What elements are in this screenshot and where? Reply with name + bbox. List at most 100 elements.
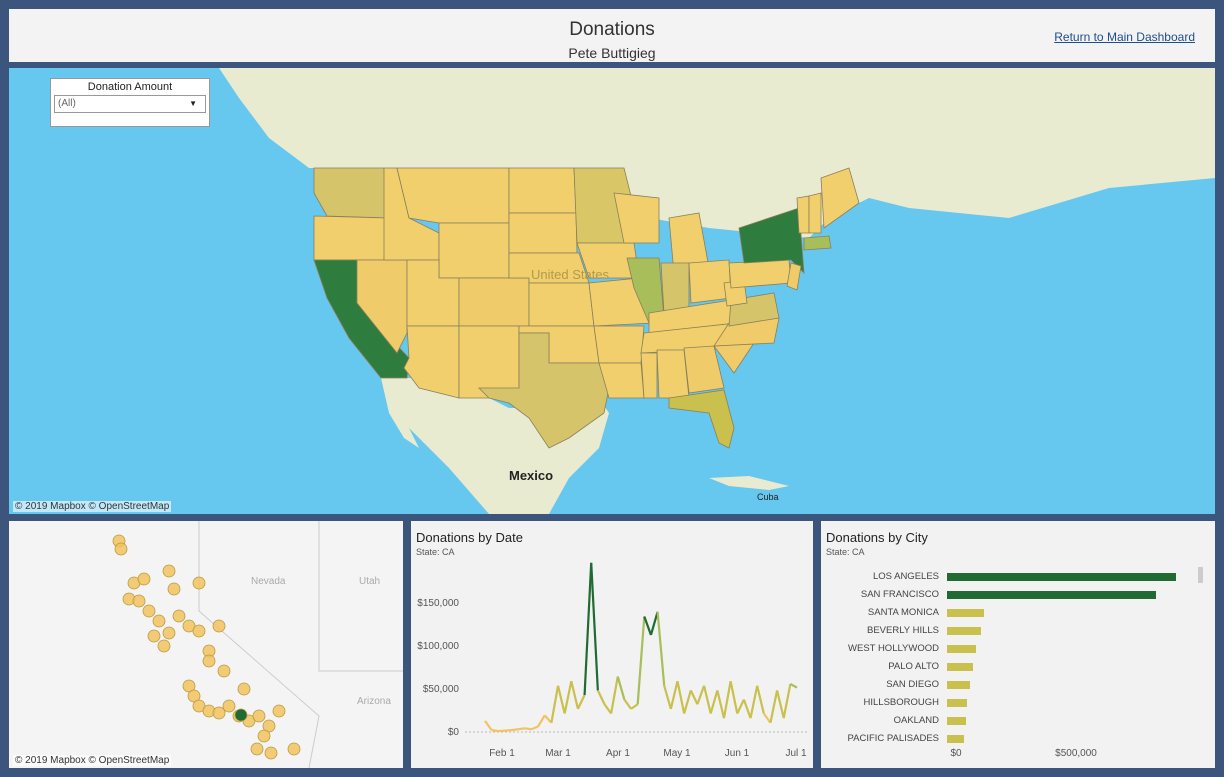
donation-dot [257, 729, 271, 743]
donation-dot [212, 706, 226, 720]
us-country-label: United States [531, 267, 610, 282]
map-attribution: © 2019 Mapbox © OpenStreetMap [13, 501, 172, 512]
city-bar-row[interactable]: SAN DIEGO [821, 676, 1211, 694]
state-pa [728, 259, 792, 289]
city-name-label: BEVERLY HILLS [867, 625, 939, 636]
line-segment [782, 683, 792, 719]
line-segment [518, 727, 525, 731]
state-ma [803, 235, 832, 251]
donation-amount-select[interactable]: (All) ▼ [54, 95, 206, 113]
city-name-label: SANTA MONICA [867, 607, 939, 618]
city-bar[interactable] [947, 627, 982, 635]
donation-dot [167, 582, 181, 596]
line-segment [623, 699, 632, 710]
city-bar-list[interactable]: LOS ANGELES SAN FRANCISCO SANTA MONICA BEVE… [821, 568, 1215, 743]
city-bar-row[interactable]: PACIFIC PALISADES [821, 730, 1211, 743]
donation-dot [172, 609, 186, 623]
state-nm [458, 325, 520, 399]
city-bar-row[interactable]: HILLSBOROUGH [821, 694, 1211, 712]
city-bar-row[interactable]: BEVERLY HILLS [821, 622, 1211, 640]
date-chart-canvas[interactable] [411, 521, 813, 768]
state-nd [508, 167, 577, 214]
line-segment [683, 690, 692, 714]
state-ga [683, 345, 725, 394]
city-bar-row[interactable]: LOS ANGELES [821, 568, 1211, 586]
us-donation-map[interactable]: United States Mexico Cuba Donation Amoun… [9, 68, 1215, 514]
line-segment [556, 685, 566, 714]
line-segment [649, 611, 659, 636]
line-segment [491, 729, 499, 733]
donation-dot [222, 699, 236, 713]
city-bar-row[interactable]: SAN FRANCISCO [821, 586, 1211, 604]
donation-dot [212, 619, 226, 633]
city-bar-row[interactable]: WEST HOLLYWOOD [821, 640, 1211, 658]
page-title: Donations [569, 19, 655, 40]
donation-dot [234, 708, 248, 722]
us-map-canvas[interactable] [9, 68, 1215, 514]
city-bar[interactable] [947, 609, 984, 617]
state-al [656, 349, 690, 399]
city-bar-row[interactable]: SANTA MONICA [821, 604, 1211, 622]
cuba-label: Cuba [757, 492, 779, 502]
state-wy [438, 222, 510, 279]
line-segment [616, 676, 626, 700]
line-segment [729, 680, 739, 714]
state-fl [668, 389, 735, 449]
donation-dot [132, 594, 146, 608]
return-to-main-dashboard-link[interactable]: Return to Main Dashboard [1054, 30, 1195, 44]
line-segment [636, 616, 646, 705]
donation-dot [192, 576, 206, 590]
state-vt [796, 195, 810, 234]
donation-dot [264, 746, 278, 760]
cuba-land [709, 476, 789, 490]
line-segment [511, 728, 519, 732]
city-scrollbar[interactable] [1198, 567, 1203, 583]
state-nh [808, 192, 822, 234]
state-ms [640, 352, 658, 399]
line-segment [583, 562, 593, 696]
ca-map-canvas[interactable] [9, 521, 403, 768]
california-point-map[interactable]: Nevada Utah Arizona © 2019 Mapbox © Open… [9, 521, 403, 768]
state-ar [593, 325, 645, 364]
line-segment [689, 689, 699, 705]
city-bar[interactable] [947, 645, 977, 653]
line-segment [722, 680, 732, 719]
donation-dot [287, 742, 301, 756]
line-segment [736, 699, 745, 714]
line-segment [484, 720, 493, 731]
line-segment [576, 694, 586, 710]
ca-map-attribution: © 2019 Mapbox © OpenStreetMap [13, 755, 172, 766]
line-segment [663, 685, 672, 710]
line-segment [531, 725, 539, 731]
city-bar[interactable] [947, 573, 1176, 581]
line-segment [709, 690, 719, 714]
state-ks [528, 282, 595, 327]
line-segment [543, 714, 553, 724]
city-bar[interactable] [947, 663, 974, 671]
line-segment [769, 690, 779, 723]
line-segment [590, 562, 599, 691]
filter-value: (All) [58, 98, 76, 109]
city-bar-row[interactable]: OAKLAND [821, 712, 1211, 730]
donations-by-city-panel: Donations by City State: CA LOS ANGELES S… [821, 521, 1215, 768]
line-segment [749, 685, 759, 719]
line-segment [596, 689, 606, 705]
line-segment [762, 712, 772, 724]
donation-dot [192, 624, 206, 638]
mexico-label: Mexico [509, 468, 554, 483]
arizona-label: Arizona [357, 696, 391, 707]
city-name-label: WEST HOLLYWOOD [848, 643, 939, 654]
line-segment [537, 714, 546, 728]
state-co [458, 277, 530, 327]
state-or [313, 215, 388, 261]
line-segment [643, 616, 652, 636]
city-bar[interactable] [947, 699, 968, 707]
nevada-label: Nevada [251, 576, 286, 587]
city-bar-row[interactable]: PALO ALTO [821, 658, 1211, 676]
city-bar[interactable] [947, 591, 1157, 599]
city-bar[interactable] [947, 735, 965, 743]
state-sd [508, 212, 578, 254]
city-bar[interactable] [947, 717, 966, 725]
city-bar[interactable] [947, 681, 970, 689]
state-mt [396, 167, 510, 224]
